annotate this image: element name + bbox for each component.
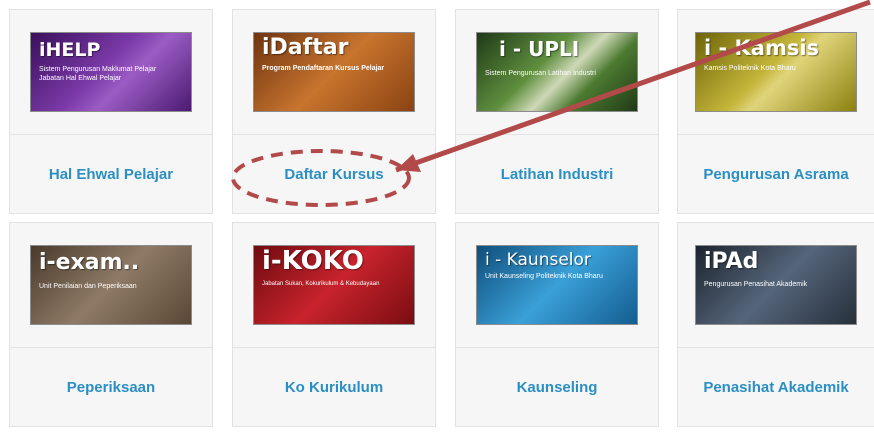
tile-label-link[interactable]: Ko Kurikulum	[233, 348, 435, 426]
logo-title: i - UPLI	[499, 37, 580, 61]
tile-label-link[interactable]: Penasihat Akademik	[678, 348, 874, 426]
ikoko-logo-image: i-KOKO Jabatan Sukan, Kokurikulum & Kebu…	[253, 245, 415, 325]
logo-subtitle-2: Jabatan Hal Ehwal Pelajar	[39, 75, 122, 82]
ihelp-logo-image: iHELP Sistem Pengurusan Maklumat Pelajar…	[30, 32, 192, 112]
tile-label-link[interactable]: Latihan Industri	[456, 135, 658, 213]
logo-link-iupli[interactable]: i - UPLI Sistem Pengurusan Latihan Indus…	[456, 10, 658, 134]
ipad-logo-image: iPAd Pengurusan Penasihat Akademik	[695, 245, 857, 325]
ikaunselor-logo-image: i - Kaunselor Unit Kaunseling Politeknik…	[476, 245, 638, 325]
logo-title: i - Kaunselor	[485, 250, 591, 270]
logo-link-iexam[interactable]: i-exam.. Unit Penilaian dan Peperiksaan	[10, 223, 212, 347]
logo-link-ipad[interactable]: iPAd Pengurusan Penasihat Akademik	[678, 223, 874, 347]
logo-link-ikamsis[interactable]: i - Kamsis Kamsis Politeknik Kota Bharu	[678, 10, 874, 134]
logo-subtitle: Sistem Pengurusan Latihan Industri	[485, 70, 596, 77]
tile-daftar-kursus[interactable]: iDaftar Program Pendaftaran Kursus Pelaj…	[232, 9, 436, 214]
logo-link-ihelp[interactable]: iHELP Sistem Pengurusan Maklumat Pelajar…	[10, 10, 212, 134]
logo-subtitle: Unit Penilaian dan Peperiksaan	[39, 283, 137, 290]
logo-subtitle: Sistem Pengurusan Maklumat Pelajar	[39, 66, 157, 73]
logo-subtitle: Pengurusan Penasihat Akademik	[704, 281, 808, 288]
tile-label-link[interactable]: Daftar Kursus	[233, 135, 435, 213]
logo-title: iHELP	[39, 39, 101, 61]
logo-subtitle: Kamsis Politeknik Kota Bharu	[704, 65, 796, 72]
tile-pengurusan-asrama[interactable]: i - Kamsis Kamsis Politeknik Kota Bharu …	[677, 9, 874, 214]
ikamsis-logo-image: i - Kamsis Kamsis Politeknik Kota Bharu	[695, 32, 857, 112]
tile-ko-kurikulum[interactable]: i-KOKO Jabatan Sukan, Kokurikulum & Kebu…	[232, 222, 436, 427]
tile-label-link[interactable]: Peperiksaan	[10, 348, 212, 426]
tile-hal-ehwal-pelajar[interactable]: iHELP Sistem Pengurusan Maklumat Pelajar…	[9, 9, 213, 214]
tile-label-link[interactable]: Pengurusan Asrama	[678, 135, 874, 213]
tile-penasihat-akademik[interactable]: iPAd Pengurusan Penasihat Akademik Penas…	[677, 222, 874, 427]
logo-title: iPAd	[704, 249, 759, 274]
logo-title: iDaftar	[262, 35, 349, 60]
tile-kaunseling[interactable]: i - Kaunselor Unit Kaunseling Politeknik…	[455, 222, 659, 427]
logo-title: i-exam..	[39, 250, 140, 275]
tile-label-link[interactable]: Kaunseling	[456, 348, 658, 426]
logo-link-idaftar[interactable]: iDaftar Program Pendaftaran Kursus Pelaj…	[233, 10, 435, 134]
tile-latihan-industri[interactable]: i - UPLI Sistem Pengurusan Latihan Indus…	[455, 9, 659, 214]
logo-subtitle: Program Pendaftaran Kursus Pelajar	[262, 65, 385, 72]
idaftar-logo-image: iDaftar Program Pendaftaran Kursus Pelaj…	[253, 32, 415, 112]
logo-link-ikoko[interactable]: i-KOKO Jabatan Sukan, Kokurikulum & Kebu…	[233, 223, 435, 347]
iupli-logo-image: i - UPLI Sistem Pengurusan Latihan Indus…	[476, 32, 638, 112]
iexam-logo-image: i-exam.. Unit Penilaian dan Peperiksaan	[30, 245, 192, 325]
logo-subtitle: Unit Kaunseling Politeknik Kota Bharu	[485, 273, 603, 280]
logo-title: i-KOKO	[262, 246, 364, 276]
logo-title: i - Kamsis	[704, 36, 820, 60]
logo-link-ikaunselor[interactable]: i - Kaunselor Unit Kaunseling Politeknik…	[456, 223, 658, 347]
tile-peperiksaan[interactable]: i-exam.. Unit Penilaian dan Peperiksaan …	[9, 222, 213, 427]
logo-subtitle: Jabatan Sukan, Kokurikulum & Kebudayaan	[262, 281, 380, 287]
tile-label-link[interactable]: Hal Ehwal Pelajar	[10, 135, 212, 213]
